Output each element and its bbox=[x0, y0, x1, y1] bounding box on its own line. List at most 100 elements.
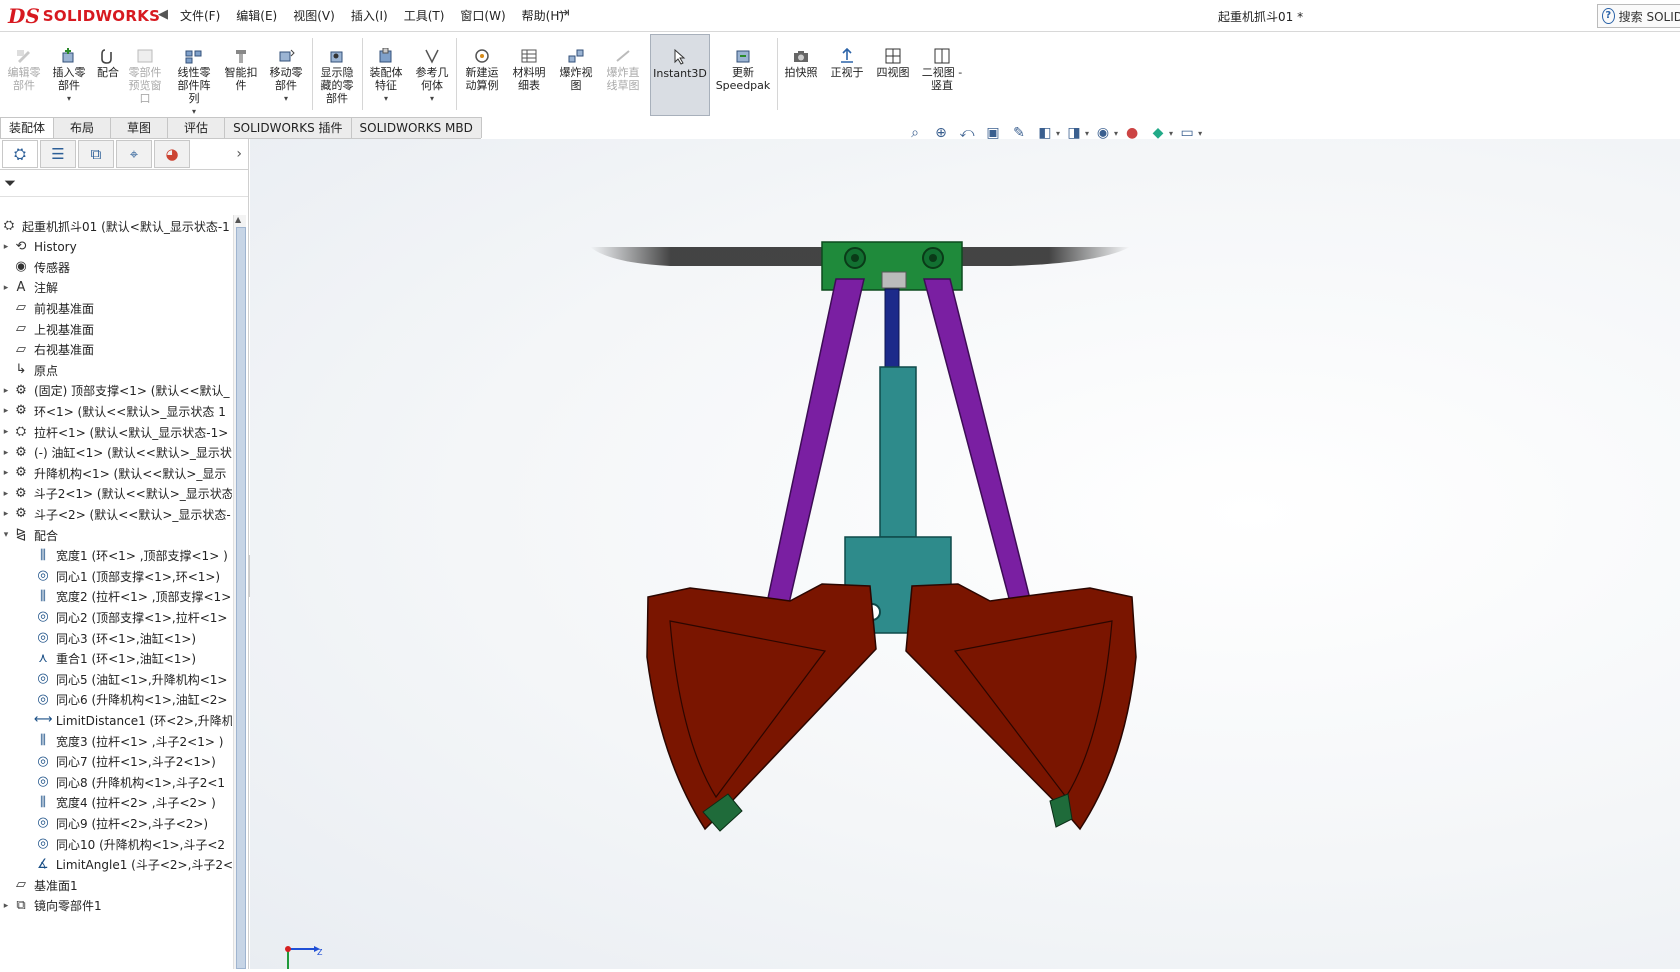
dropdown-arrow-icon[interactable]: ▾ bbox=[265, 92, 307, 105]
menu-view[interactable]: 视图(V) bbox=[289, 7, 347, 24]
tree-item-item-9[interactable]: ▸ ⛭ 拉杆<1> (默认<默认_显示状态-1> bbox=[0, 421, 232, 443]
linear-pattern-button[interactable]: 线性零 部件阵 列 ▾ bbox=[172, 34, 216, 116]
reference-geometry-button[interactable]: 参考几 何体 ▾ bbox=[412, 34, 452, 114]
edit-component-button[interactable]: 编辑零 部件 bbox=[4, 34, 44, 114]
two-view-vertical-button[interactable]: 二视图 - 竖直 bbox=[918, 34, 966, 114]
exploded-view-button[interactable]: 爆炸视 图 bbox=[556, 34, 596, 114]
tab-evaluate[interactable]: 评估 bbox=[167, 117, 226, 138]
tree-item-mate-10[interactable]: ◎ 同心7 (拉杆<1>,斗子2<1>) bbox=[0, 751, 232, 773]
filter-funnel-icon[interactable]: ⏷ bbox=[4, 174, 16, 192]
menu-edit[interactable]: 编辑(E) bbox=[232, 7, 289, 24]
tree-item-item-12[interactable]: ▸ ⚙ 斗子2<1> (默认<<默认>_显示状态 bbox=[0, 483, 232, 505]
collapse-menu-arrow-icon[interactable]: ◀ bbox=[158, 7, 168, 22]
tree-item-item-2[interactable]: ▸ A 注解 bbox=[0, 277, 232, 299]
menu-tools[interactable]: 工具(T) bbox=[400, 7, 457, 24]
tree-item-mate-5[interactable]: ⋏ 重合1 (环<1>,油缸<1>) bbox=[0, 648, 232, 670]
menu-insert[interactable]: 插入(I) bbox=[347, 7, 400, 24]
tree-item-item-11[interactable]: ▸ ⚙ 升降机构<1> (默认<<默认>_显示 bbox=[0, 462, 232, 484]
display-manager-tab-icon[interactable]: ◕ bbox=[154, 140, 190, 168]
tree-item-item-1[interactable]: ◉ 传感器 bbox=[0, 256, 232, 278]
tree-item-mate-13[interactable]: ◎ 同心9 (拉杆<2>,斗子<2>) bbox=[0, 812, 232, 834]
graphics-viewport[interactable] bbox=[250, 139, 1680, 969]
tree-item-mate-14[interactable]: ◎ 同心10 (升降机构<1>,斗子<2 bbox=[0, 833, 232, 855]
menu-window[interactable]: 窗口(W) bbox=[456, 7, 517, 24]
expand-arrow-icon[interactable]: ▸ bbox=[0, 489, 12, 499]
bill-of-materials-button[interactable]: 材料明 细表 bbox=[508, 34, 550, 114]
tree-item-mate-15[interactable]: ∡ LimitAngle1 (斗子<2>,斗子2< bbox=[0, 854, 232, 876]
search-commands-box[interactable]: ? 搜索 SOLID bbox=[1597, 4, 1680, 28]
scroll-up-arrow-icon[interactable]: ▲ bbox=[235, 215, 241, 224]
menu-file[interactable]: 文件(F) bbox=[176, 7, 232, 24]
assembly-features-button[interactable]: 装配体 特征 ▾ bbox=[366, 34, 406, 114]
expand-arrow-icon[interactable]: ▸ bbox=[0, 468, 12, 478]
tab-layout[interactable]: 布局 bbox=[53, 117, 112, 138]
tab-solidworks-mbd[interactable]: SOLIDWORKS MBD bbox=[350, 117, 482, 138]
property-manager-tab-icon[interactable]: ☰ bbox=[40, 140, 76, 168]
tree-item-item-13[interactable]: ▸ ⚙ 斗子<2> (默认<<默认>_显示状态- bbox=[0, 503, 232, 525]
scrollbar-thumb[interactable] bbox=[236, 227, 246, 969]
tree-item-item-14[interactable]: ▾ ⧎ 配合 bbox=[0, 524, 232, 546]
tree-item-item-3[interactable]: ▱ 前视基准面 bbox=[0, 297, 232, 319]
tree-item-mate-0[interactable]: ⫼ 宽度1 (环<1> ,顶部支撑<1> ) bbox=[0, 545, 232, 567]
four-view-button[interactable]: 四视图 bbox=[872, 34, 914, 114]
tree-item-mate-11[interactable]: ◎ 同心8 (升降机构<1>,斗子2<1 bbox=[0, 771, 232, 793]
dropdown-arrow-icon[interactable]: ▾ bbox=[48, 92, 90, 105]
tree-item-mate-1[interactable]: ◎ 同心1 (顶部支撑<1>,环<1>) bbox=[0, 565, 232, 587]
bucket-right[interactable] bbox=[905, 583, 1137, 831]
move-component-button[interactable]: 移动零 部件 ▾ bbox=[265, 34, 307, 114]
tree-item-mate-2[interactable]: ⫼ 宽度2 (拉杆<1> ,顶部支撑<1> bbox=[0, 586, 232, 608]
piston-rod[interactable] bbox=[884, 288, 900, 370]
pin-menu-icon[interactable]: ⇥ bbox=[558, 5, 570, 21]
solidworks-logo[interactable]: DS SOLIDWORKS bbox=[8, 4, 160, 28]
expand-arrow-icon[interactable]: ▾ bbox=[0, 530, 12, 540]
tree-item-mate-7[interactable]: ◎ 同心6 (升降机构<1>,油缸<2> bbox=[0, 689, 232, 711]
tree-item-item-5[interactable]: ▱ 右视基准面 bbox=[0, 339, 232, 361]
normal-to-button[interactable]: 正视于 bbox=[826, 34, 868, 114]
configuration-manager-tab-icon[interactable]: ⧉ bbox=[78, 140, 114, 168]
tree-item-mate-4[interactable]: ◎ 同心3 (环<1>,油缸<1>) bbox=[0, 627, 232, 649]
dropdown-arrow-icon[interactable]: ▾ bbox=[1114, 129, 1118, 138]
bucket-left[interactable] bbox=[646, 583, 877, 832]
tree-item-item-8[interactable]: ▸ ⚙ 环<1> (默认<<默认>_显示状态 1 bbox=[0, 400, 232, 422]
hydraulic-cylinder[interactable] bbox=[879, 366, 917, 538]
tab-sketch[interactable]: 草图 bbox=[110, 117, 169, 138]
dropdown-arrow-icon[interactable]: ▾ bbox=[1085, 129, 1089, 138]
tree-item-item-0[interactable]: ▸ ⟲ History bbox=[0, 236, 232, 258]
expand-arrow-icon[interactable]: ▸ bbox=[0, 427, 12, 437]
tree-item-after-1[interactable]: ▸ ⧉ 镜向零部件1 bbox=[0, 895, 232, 917]
dropdown-arrow-icon[interactable]: ▾ bbox=[1169, 129, 1173, 138]
tree-item-after-0[interactable]: ▱ 基准面1 bbox=[0, 874, 232, 896]
smart-fasteners-button[interactable]: 智能扣 件 bbox=[220, 34, 262, 114]
tree-item-mate-12[interactable]: ⫼ 宽度4 (拉杆<2> ,斗子<2> ) bbox=[0, 792, 232, 814]
dropdown-arrow-icon[interactable]: ▾ bbox=[366, 92, 406, 105]
expand-arrow-icon[interactable]: ▸ bbox=[0, 386, 12, 396]
tab-solidworks-addins[interactable]: SOLIDWORKS 插件 bbox=[224, 117, 352, 138]
ring-link[interactable] bbox=[881, 271, 907, 289]
dimxpert-manager-tab-icon[interactable]: ⌖ bbox=[116, 140, 152, 168]
expand-arrow-icon[interactable]: ▸ bbox=[0, 509, 12, 519]
expand-arrow-icon[interactable]: ▸ bbox=[0, 242, 12, 252]
tree-item-item-6[interactable]: ↳ 原点 bbox=[0, 359, 232, 381]
dropdown-arrow-icon[interactable]: ▾ bbox=[1198, 129, 1202, 138]
tree-item-root-assembly[interactable]: ⛭ 起重机抓斗01 (默认<默认_显示状态-1 bbox=[0, 215, 232, 237]
tree-item-item-10[interactable]: ▸ ⚙ (-) 油缸<1> (默认<<默认>_显示状 bbox=[0, 442, 232, 464]
expand-arrow-icon[interactable]: ▸ bbox=[0, 283, 12, 293]
feature-manager-tree-tab-icon[interactable]: ⛭ bbox=[2, 140, 38, 168]
tree-item-item-7[interactable]: ▸ ⚙ (固定) 顶部支撑<1> (默认<<默认_ bbox=[0, 380, 232, 402]
expand-arrow-icon[interactable]: ▸ bbox=[0, 406, 12, 416]
tree-item-mate-3[interactable]: ◎ 同心2 (顶部支撑<1>,拉杆<1> bbox=[0, 606, 232, 628]
tree-item-mate-6[interactable]: ◎ 同心5 (油缸<1>,升降机构<1> bbox=[0, 668, 232, 690]
mate-button[interactable]: 配合 bbox=[92, 34, 124, 114]
tree-vertical-scrollbar[interactable]: ▲ bbox=[233, 215, 246, 969]
instant3d-button[interactable]: Instant3D bbox=[650, 34, 710, 116]
tab-assembly[interactable]: 装配体 bbox=[0, 117, 55, 138]
expand-arrow-icon[interactable]: ▸ bbox=[0, 901, 12, 911]
panel-expand-arrow-icon[interactable]: › bbox=[236, 146, 242, 162]
explode-line-sketch-button[interactable]: 爆炸直 线草图 bbox=[602, 34, 644, 114]
insert-component-button[interactable]: 插入零 部件 ▾ bbox=[48, 34, 90, 114]
tree-item-item-4[interactable]: ▱ 上视基准面 bbox=[0, 318, 232, 340]
tree-item-mate-8[interactable]: ⟷ LimitDistance1 (环<2>,升降机 bbox=[0, 709, 232, 731]
show-hidden-components-button[interactable]: 显示隐 藏的零 部件 bbox=[316, 34, 358, 114]
expand-arrow-icon[interactable]: ▸ bbox=[0, 448, 12, 458]
component-preview-button[interactable]: 零部件 预览窗 口 bbox=[126, 34, 164, 114]
